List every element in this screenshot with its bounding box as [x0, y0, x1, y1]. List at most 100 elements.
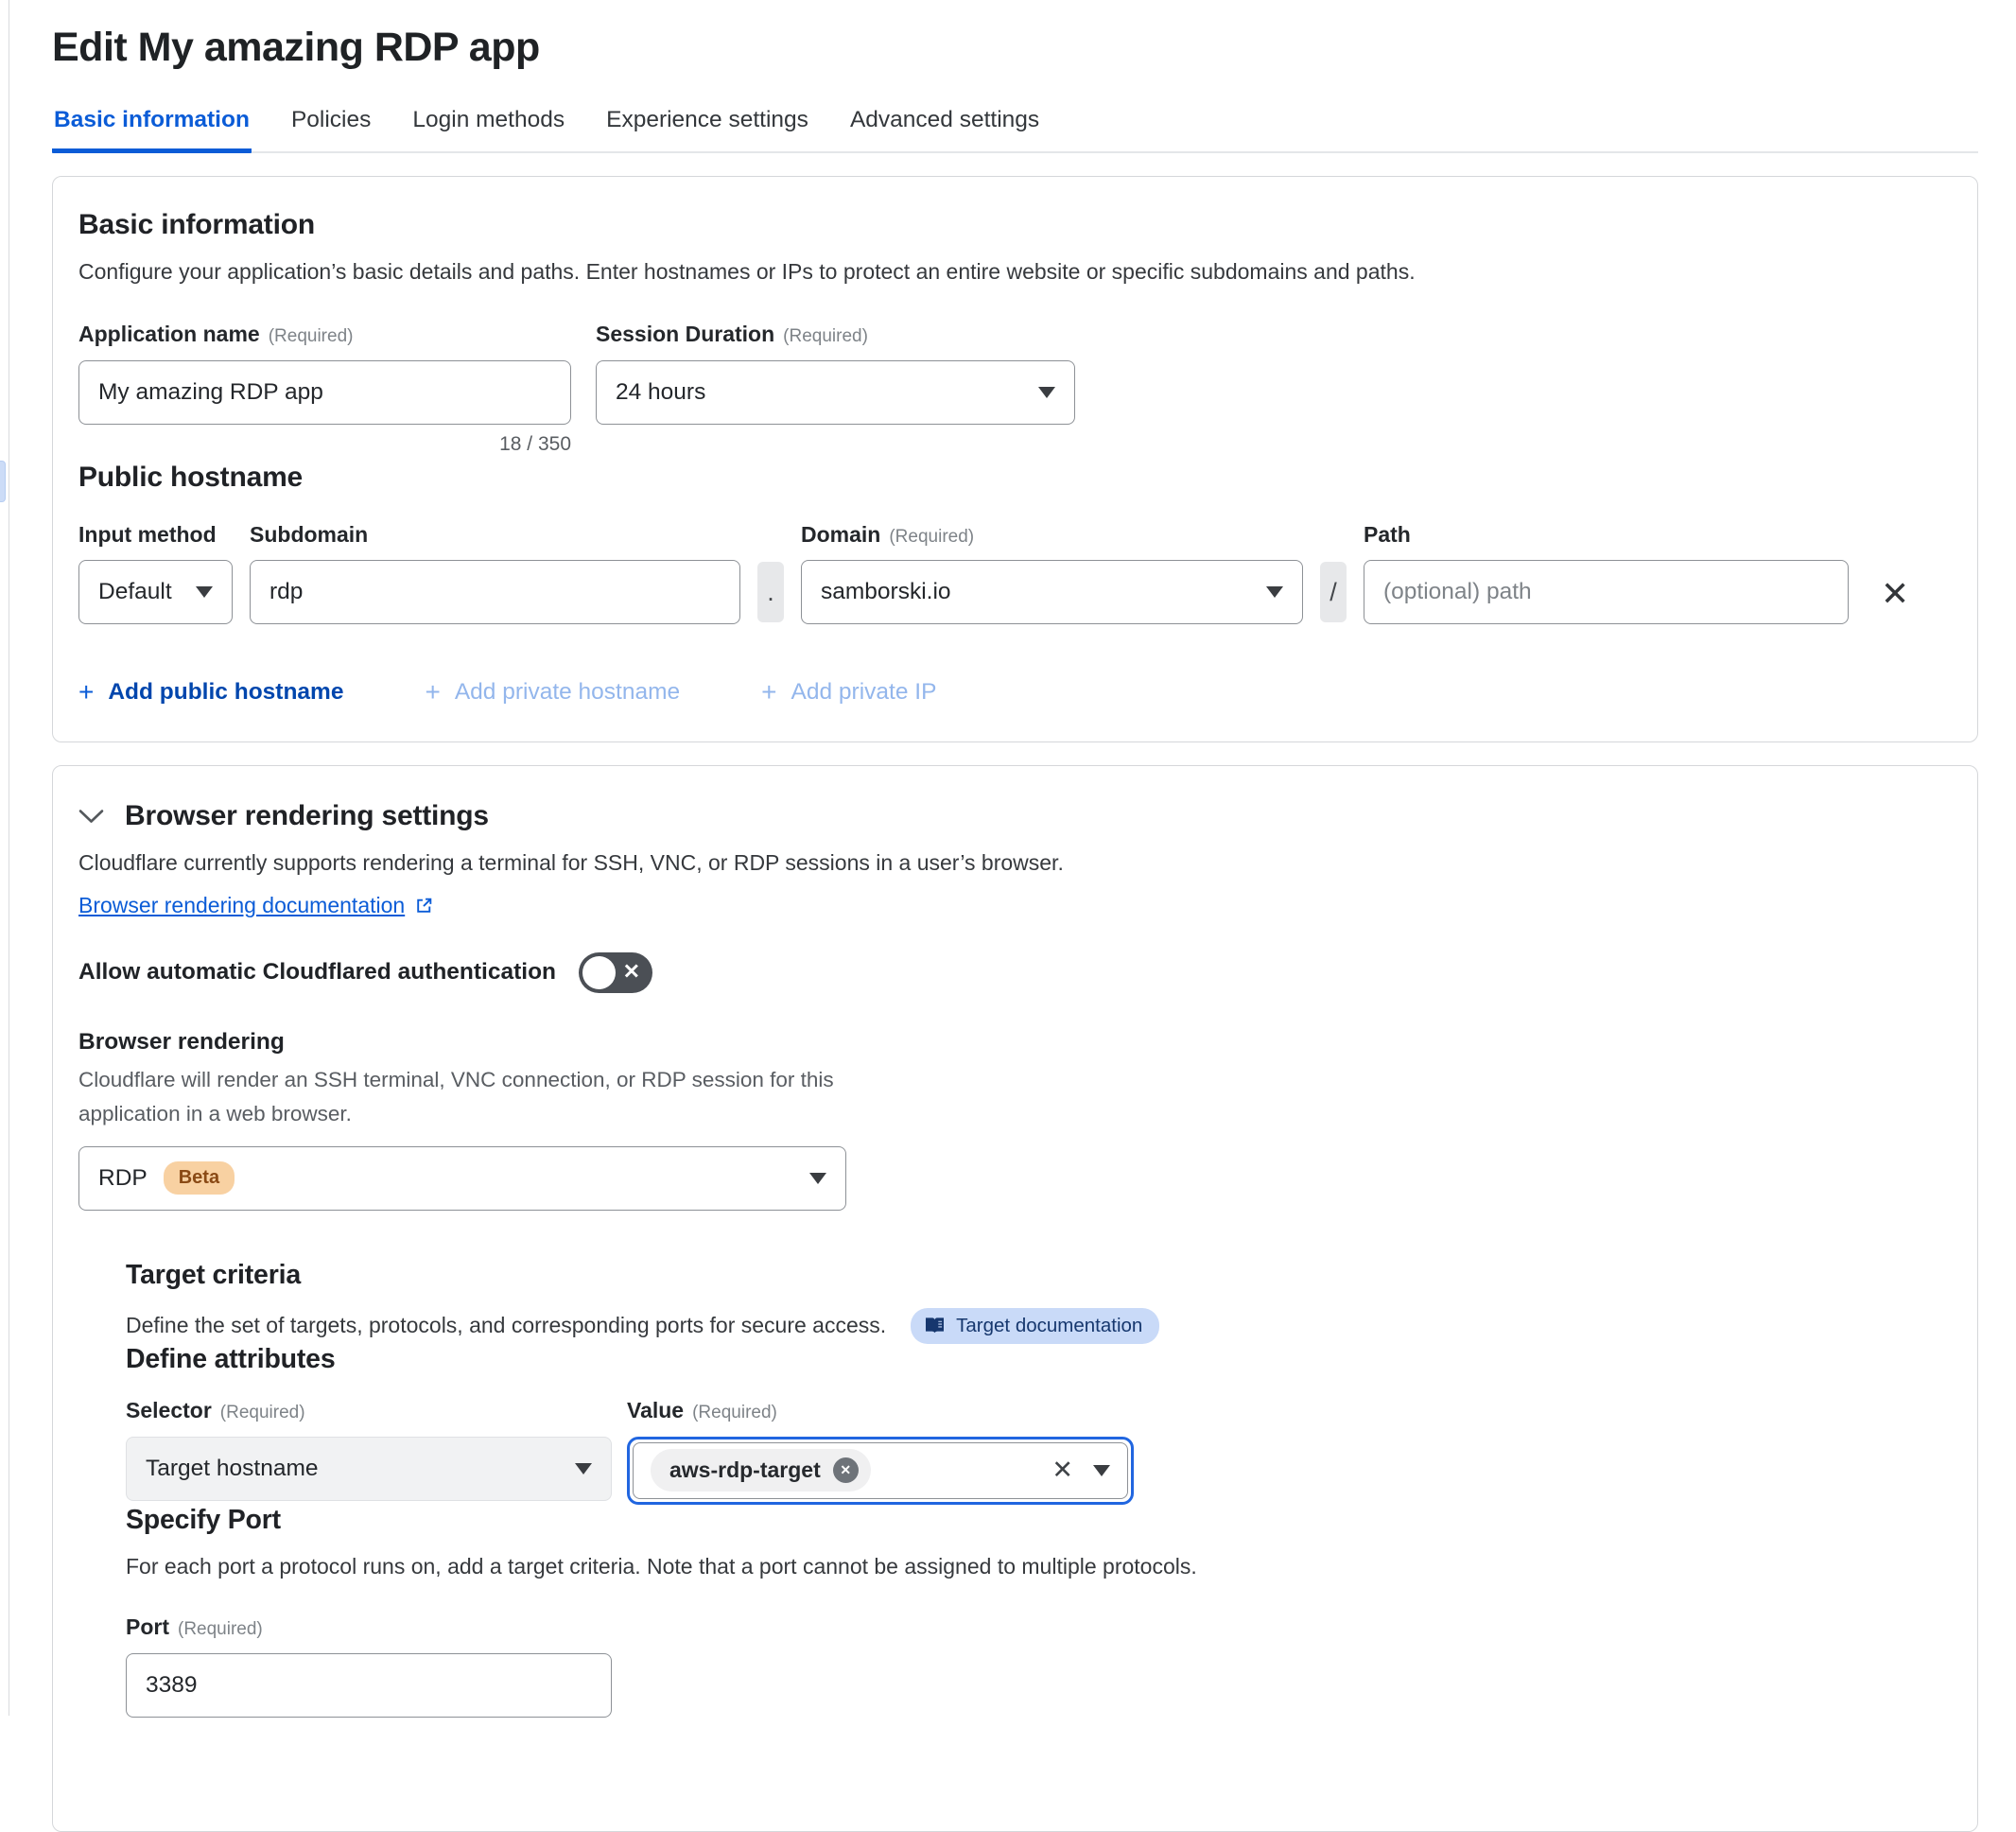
session-duration-value: 24 hours [616, 379, 705, 406]
chevron-down-icon [575, 1463, 592, 1474]
port-label: Port(Required) [126, 1614, 1949, 1640]
plus-icon: + [78, 677, 94, 707]
selector-value-row: Selector(Required) Target hostname Value… [126, 1398, 1949, 1505]
chevron-down-icon[interactable] [1093, 1465, 1110, 1476]
chevron-down-icon [1038, 387, 1055, 398]
close-icon[interactable]: ✕ [1881, 577, 1909, 611]
value-field-group: Value(Required) aws-rdp-target ✕ ✕ [627, 1398, 1134, 1505]
browser-rendering-select[interactable]: RDP Beta [78, 1146, 846, 1211]
path-input[interactable] [1364, 560, 1849, 624]
edit-application-page: Edit My amazing RDP app Basic informatio… [0, 0, 2016, 1832]
required-hint: (Required) [783, 326, 868, 346]
tab-advanced-settings[interactable]: Advanced settings [848, 99, 1041, 153]
value-field-icons: ✕ [1051, 1457, 1110, 1483]
selector-value: Target hostname [146, 1456, 319, 1482]
required-hint: (Required) [269, 326, 354, 346]
path-field-group: Path [1364, 522, 1849, 624]
book-icon [924, 1317, 946, 1335]
dot-separator: . [757, 562, 784, 622]
subdomain-field-group: Subdomain [250, 522, 740, 624]
tab-experience-settings[interactable]: Experience settings [604, 99, 810, 153]
session-duration-field-group: Session Duration(Required) 24 hours [596, 322, 1075, 456]
sidebar-scroll-indicator [0, 461, 6, 502]
value-multiselect-focused[interactable]: aws-rdp-target ✕ ✕ [627, 1437, 1134, 1505]
plus-icon: + [425, 677, 440, 707]
tab-policies[interactable]: Policies [289, 99, 373, 153]
selector-field-group: Selector(Required) Target hostname [126, 1398, 612, 1505]
browser-rendering-value: RDP [98, 1165, 148, 1192]
input-method-select[interactable]: Default [78, 560, 233, 624]
required-hint: (Required) [220, 1403, 305, 1422]
domain-label: Domain(Required) [801, 522, 1303, 548]
chevron-down-icon [196, 586, 213, 598]
target-criteria-section: Target criteria Define the set of target… [126, 1260, 1949, 1718]
path-label: Path [1364, 522, 1849, 548]
cloudflared-auth-row: Allow automatic Cloudflared authenticati… [78, 952, 1949, 993]
specify-port-description: For each port a protocol runs on, add a … [126, 1551, 1949, 1582]
browser-rendering-sub-description: Cloudflare will render an SSH terminal, … [78, 1063, 840, 1131]
browser-rendering-label: Browser rendering [78, 1029, 1949, 1056]
browser-rendering-description: Cloudflare currently supports rendering … [78, 847, 1949, 879]
basic-information-heading: Basic information [78, 209, 1949, 241]
input-method-label: Input method [78, 522, 233, 548]
hostname-actions-row: + Add public hostname + Add private host… [78, 677, 1949, 707]
public-hostname-row: Input method Default Subdomain . Domain(… [78, 522, 1949, 624]
selector-label: Selector(Required) [126, 1398, 612, 1423]
domain-value: samborski.io [821, 579, 951, 605]
target-criteria-description: Define the set of targets, protocols, an… [126, 1310, 886, 1341]
specify-port-heading: Specify Port [126, 1505, 1949, 1536]
name-session-row: Application name(Required) 18 / 350 Sess… [78, 322, 1949, 456]
toggle-off-x-icon: ✕ [623, 960, 640, 985]
application-name-input[interactable] [78, 360, 571, 425]
cloudflared-auth-label: Allow automatic Cloudflared authenticati… [78, 959, 556, 986]
selector-select[interactable]: Target hostname [126, 1437, 612, 1501]
value-multiselect-inner: aws-rdp-target ✕ ✕ [633, 1442, 1128, 1499]
chevron-down-icon [1266, 586, 1283, 598]
beta-badge: Beta [164, 1161, 235, 1195]
browser-rendering-card: Browser rendering settings Cloudflare cu… [52, 765, 1978, 1832]
required-hint: (Required) [692, 1403, 777, 1422]
subdomain-label: Subdomain [250, 522, 740, 548]
browser-rendering-header[interactable]: Browser rendering settings [78, 800, 1949, 832]
basic-information-description: Configure your application’s basic detai… [78, 256, 1949, 288]
external-link-icon [414, 896, 434, 916]
tab-basic-information[interactable]: Basic information [52, 99, 252, 153]
input-method-value: Default [98, 579, 172, 605]
target-criteria-description-row: Define the set of targets, protocols, an… [126, 1308, 1949, 1344]
application-name-field-group: Application name(Required) 18 / 350 [78, 322, 571, 456]
browser-rendering-doc-link[interactable]: Browser rendering documentation [78, 893, 434, 918]
target-documentation-badge[interactable]: Target documentation [911, 1308, 1159, 1344]
add-public-hostname-button[interactable]: + Add public hostname [78, 677, 343, 707]
add-private-ip-button[interactable]: + Add private IP [761, 677, 936, 707]
page-title: Edit My amazing RDP app [52, 25, 1978, 71]
slash-separator: / [1320, 562, 1347, 622]
public-hostname-heading: Public hostname [78, 462, 1949, 494]
application-name-label: Application name(Required) [78, 322, 571, 347]
browser-rendering-selected: RDP Beta [98, 1161, 235, 1195]
required-hint: (Required) [178, 1619, 263, 1639]
tab-login-methods[interactable]: Login methods [410, 99, 566, 153]
chevron-down-icon [809, 1173, 826, 1184]
chip-remove-icon[interactable]: ✕ [833, 1457, 859, 1483]
basic-information-card: Basic information Configure your applica… [52, 176, 1978, 742]
tab-bar: Basic information Policies Login methods… [52, 99, 1978, 153]
clear-icon[interactable]: ✕ [1051, 1457, 1073, 1483]
domain-field-group: Domain(Required) samborski.io [801, 522, 1303, 624]
collapse-chevron-icon[interactable] [78, 809, 104, 824]
add-private-hostname-button[interactable]: + Add private hostname [425, 677, 680, 707]
character-counter: 18 / 350 [78, 433, 571, 456]
toggle-knob [582, 956, 616, 989]
input-method-field-group: Input method Default [78, 522, 233, 624]
port-input[interactable] [126, 1653, 612, 1718]
plus-icon: + [761, 677, 776, 707]
session-duration-label: Session Duration(Required) [596, 322, 1075, 347]
session-duration-select[interactable]: 24 hours [596, 360, 1075, 425]
target-criteria-heading: Target criteria [126, 1260, 1949, 1291]
domain-select[interactable]: samborski.io [801, 560, 1303, 624]
subdomain-input[interactable] [250, 560, 740, 624]
value-label: Value(Required) [627, 1398, 1134, 1423]
cloudflared-auth-toggle[interactable]: ✕ [579, 952, 652, 993]
define-attributes-heading: Define attributes [126, 1344, 1949, 1375]
browser-rendering-settings-heading: Browser rendering settings [125, 800, 489, 832]
value-chip: aws-rdp-target ✕ [651, 1449, 871, 1492]
